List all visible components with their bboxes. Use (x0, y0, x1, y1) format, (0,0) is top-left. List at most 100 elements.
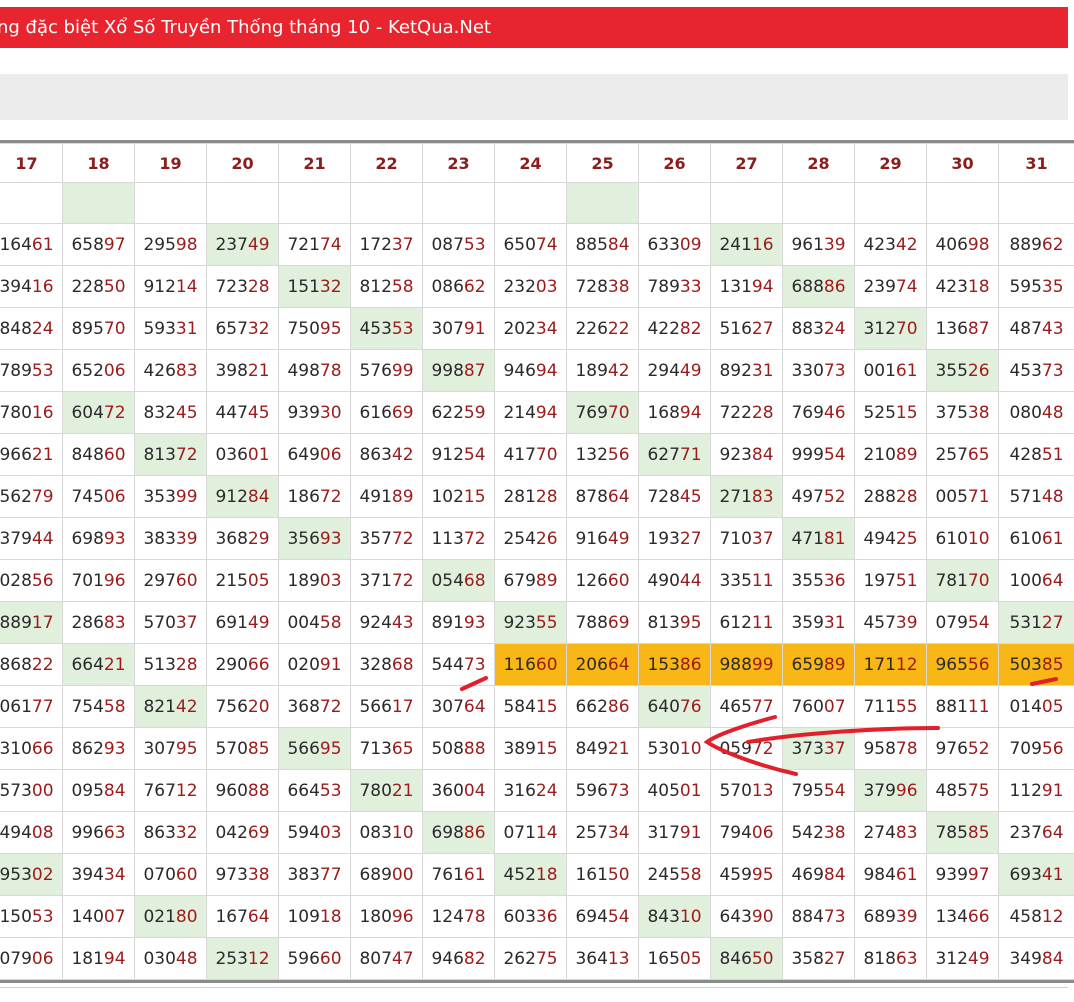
result-cell: 93930 (278, 391, 351, 434)
number-last-two: 32 (319, 276, 342, 297)
number-prefix: 769 (791, 402, 824, 423)
page-title: ng đặc biệt Xổ Số Truyền Thống tháng 10 … (0, 17, 491, 38)
number-last-two: 54 (607, 906, 630, 927)
result-cell: 52515 (854, 391, 927, 434)
number-prefix: 417 (503, 444, 536, 465)
number-last-two: 79 (31, 486, 54, 507)
number-last-two: 28 (751, 402, 774, 423)
number-prefix: 422 (647, 318, 680, 339)
number-prefix: 664 (71, 654, 104, 675)
number-last-two: 94 (535, 402, 558, 423)
number-prefix: 310 (0, 738, 32, 759)
number-prefix: 596 (287, 948, 320, 969)
number-last-two: 55 (535, 612, 558, 633)
result-cell: 96088 (206, 769, 279, 812)
number-last-two: 91 (1041, 780, 1064, 801)
result-cell: 38339 (134, 517, 207, 560)
number-last-two: 51 (895, 570, 918, 591)
result-cell: 64390 (710, 895, 783, 938)
number-prefix: 330 (791, 360, 824, 381)
result-cell: 26275 (494, 937, 567, 980)
number-last-two: 35 (1041, 276, 1064, 297)
number-prefix: 328 (359, 654, 392, 675)
number-prefix: 241 (719, 234, 752, 255)
number-last-two: 16 (31, 276, 54, 297)
number-last-two: 68 (463, 570, 486, 591)
number-prefix: 281 (503, 486, 536, 507)
result-cell: 48743 (998, 307, 1074, 350)
number-last-two: 64 (1041, 570, 1064, 591)
number-prefix: 769 (575, 402, 608, 423)
number-prefix: 286 (71, 612, 104, 633)
result-cell: 42282 (638, 307, 711, 350)
result-cell: 44745 (206, 391, 279, 434)
result-cell: 10215 (422, 475, 495, 518)
column-header-day: 22 (350, 143, 423, 183)
number-last-two: 00 (391, 864, 414, 885)
result-cell: 49408 (0, 811, 63, 854)
number-prefix: 428 (1009, 444, 1042, 465)
number-prefix: 813 (647, 612, 680, 633)
result-cell: 76161 (422, 853, 495, 896)
result-cell: 19327 (638, 517, 711, 560)
column-header-day: 19 (134, 143, 207, 183)
number-prefix: 494 (0, 822, 32, 843)
number-prefix: 562 (0, 486, 32, 507)
number-prefix: 807 (359, 948, 392, 969)
result-cell: 71155 (854, 685, 927, 728)
number-last-two: 10 (967, 528, 990, 549)
number-last-two: 20 (247, 696, 270, 717)
number-prefix: 939 (935, 864, 968, 885)
number-prefix: 206 (575, 654, 608, 675)
number-last-two: 24 (535, 780, 558, 801)
number-last-two: 05 (247, 570, 270, 591)
result-cell: 75095 (278, 307, 351, 350)
number-last-two: 85 (1041, 654, 1064, 675)
number-prefix: 398 (215, 360, 248, 381)
result-cell: 49752 (782, 475, 855, 518)
number-prefix: 878 (575, 486, 608, 507)
result-cell: 80747 (350, 937, 423, 980)
number-prefix: 459 (719, 864, 752, 885)
number-prefix: 999 (791, 444, 824, 465)
number-last-two: 70 (103, 318, 126, 339)
number-prefix: 116 (503, 654, 536, 675)
result-cell: 37172 (350, 559, 423, 602)
number-prefix: 849 (575, 738, 608, 759)
number-prefix: 571 (1009, 486, 1042, 507)
number-prefix: 881 (935, 696, 968, 717)
number-last-two: 91 (463, 318, 486, 339)
number-last-two: 03 (535, 276, 558, 297)
number-prefix: 542 (791, 822, 824, 843)
number-last-two: 34 (103, 864, 126, 885)
result-cell: 81863 (854, 937, 927, 980)
number-prefix: 100 (1009, 570, 1042, 591)
result-cell: 16894 (638, 391, 711, 434)
column-header-day: 28 (782, 143, 855, 183)
number-last-two: 70 (607, 402, 630, 423)
result-cell: 07954 (926, 601, 999, 644)
number-prefix: 274 (863, 822, 896, 843)
result-cell: 35931 (782, 601, 855, 644)
number-last-two: 86 (607, 696, 630, 717)
number-last-two: 45 (679, 486, 702, 507)
number-prefix: 722 (719, 402, 752, 423)
number-last-two: 39 (895, 612, 918, 633)
number-prefix: 113 (431, 528, 464, 549)
number-prefix: 868 (0, 654, 32, 675)
number-last-two: 38 (823, 822, 846, 843)
number-prefix: 151 (287, 276, 320, 297)
table-row: 37944 69893 38339 36829 35693 35772 11372 25426… (0, 517, 1074, 560)
number-last-two: 12 (175, 780, 198, 801)
result-cell: 02180 (134, 895, 207, 938)
number-last-two: 21 (247, 360, 270, 381)
number-prefix: 126 (575, 570, 608, 591)
result-cell: 17237 (350, 223, 423, 266)
number-last-two: 50 (607, 864, 630, 885)
result-cell: 92384 (710, 433, 783, 476)
result-cell: 62771 (638, 433, 711, 476)
number-prefix: 788 (575, 612, 608, 633)
number-last-two: 06 (319, 444, 342, 465)
number-last-two: 44 (679, 570, 702, 591)
number-last-two: 12 (1041, 906, 1064, 927)
